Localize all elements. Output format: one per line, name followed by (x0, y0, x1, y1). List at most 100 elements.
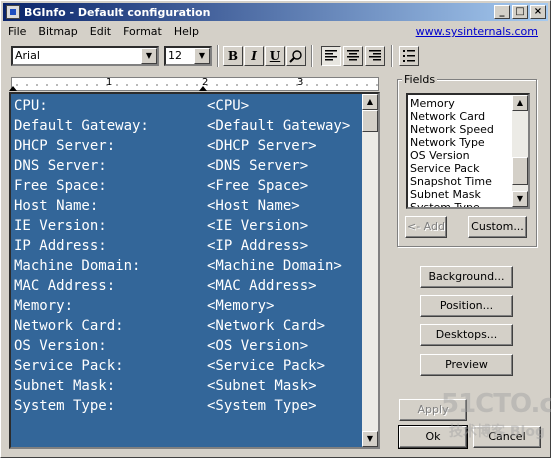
add-field-button[interactable]: <- Add (405, 216, 447, 238)
font-dropdown-arrow-icon[interactable]: ▼ (141, 48, 157, 64)
field-value-token: <Machine Domain> (207, 258, 342, 274)
field-list-item[interactable]: Subnet Mask (410, 188, 514, 201)
field-list-item[interactable]: Network Card (410, 110, 514, 123)
bginfo-app-icon (6, 5, 20, 19)
scroll-down-button[interactable]: ▼ (362, 431, 378, 447)
editor-line[interactable]: DNS Server: <DNS Server> (13, 156, 365, 176)
editor-line[interactable]: Free Space: <Free Space> (13, 176, 365, 196)
field-list-item[interactable]: OS Version (410, 149, 514, 162)
field-label: Machine Domain: (14, 258, 141, 274)
editor-line[interactable]: System Type: <System Type> (13, 396, 365, 416)
position-button[interactable]: Position... (420, 295, 513, 317)
scroll-thumb[interactable] (362, 110, 378, 132)
watermark-logo: 51CTO.com (441, 389, 551, 419)
left-indent-marker-icon[interactable] (9, 86, 17, 91)
text-editor[interactable]: CPU: <CPU> Default Gateway: <Default Gatewa… (9, 92, 380, 449)
editor-line[interactable]: IE Version: <IE Version> (13, 216, 365, 236)
field-label: Default Gateway: (14, 118, 149, 134)
editor-line[interactable]: OS Version: <OS Version> (13, 336, 365, 356)
underline-button[interactable]: U (265, 46, 285, 66)
editor-line[interactable]: CPU: <CPU> (13, 96, 365, 116)
menu-edit[interactable]: Edit (84, 25, 117, 38)
field-list-item[interactable]: System Type (410, 201, 514, 207)
field-value-token: <Host Name> (207, 198, 300, 214)
editor-lines: CPU: <CPU> Default Gateway: <Default Gatewa… (13, 96, 365, 416)
background-button[interactable]: Background... (420, 266, 513, 288)
minimize-button[interactable]: _ (494, 5, 510, 19)
field-value-token: <Subnet Mask> (207, 378, 317, 394)
font-dialog-button[interactable] (286, 46, 306, 66)
align-left-icon (325, 50, 337, 61)
editor-line[interactable]: MAC Address: <MAC Address> (13, 276, 365, 296)
fields-scroll-thumb[interactable] (512, 157, 528, 185)
editor-line[interactable]: DHCP Server: <DHCP Server> (13, 136, 365, 156)
custom-button[interactable]: Custom... (468, 216, 527, 238)
field-label: MAC Address: (14, 278, 116, 294)
size-dropdown-arrow-icon[interactable]: ▼ (194, 48, 210, 64)
field-list-item[interactable]: Service Pack (410, 162, 514, 175)
fields-listbox[interactable]: Memory Network Card Network Speed Network T… (406, 93, 530, 209)
editor-line[interactable]: Network Card: <Network Card> (13, 316, 365, 336)
ruler[interactable]: 1 2 3 (9, 77, 379, 91)
align-left-button[interactable] (321, 46, 341, 66)
sysinternals-link[interactable]: www.sysinternals.com (416, 25, 538, 38)
font-dialog-icon (289, 50, 302, 63)
editor-line[interactable]: Default Gateway: <Default Gateway> (13, 116, 365, 136)
fields-list: Memory Network Card Network Speed Network T… (410, 97, 514, 207)
editor-line[interactable]: Memory: <Memory> (13, 296, 365, 316)
ruler-number: 3 (297, 77, 304, 88)
editor-scrollbar[interactable]: ▲ ▼ (362, 94, 378, 447)
editor-line[interactable]: IP Address: <IP Address> (13, 236, 365, 256)
font-name-combo[interactable]: Arial ▼ (11, 46, 159, 66)
field-value-token: <CPU> (207, 98, 250, 114)
bold-button[interactable]: B (223, 46, 243, 66)
title-bar[interactable]: BGInfo - Default configuration _ □ × (3, 3, 548, 21)
editor-line[interactable]: Service Pack: <Service Pack> (13, 356, 365, 376)
fields-scrollbar[interactable]: ▲ ▼ (512, 95, 528, 207)
field-list-item[interactable]: Snapshot Time (410, 175, 514, 188)
field-list-item[interactable]: Memory (410, 97, 514, 110)
editor-line[interactable]: Machine Domain: <Machine Domain> (13, 256, 365, 276)
bullets-button[interactable] (399, 46, 419, 66)
editor-line[interactable]: Host Name: <Host Name> (13, 196, 365, 216)
maximize-button[interactable]: □ (512, 5, 528, 19)
fields-scroll-up-button[interactable]: ▲ (512, 95, 528, 111)
title-buttons: _ □ × (492, 5, 546, 19)
fields-scroll-down-button[interactable]: ▼ (512, 191, 528, 207)
align-center-icon (347, 50, 359, 61)
bullet-list-icon (403, 50, 415, 62)
tab-stop-marker-icon[interactable] (199, 86, 207, 91)
field-label: Subnet Mask: (14, 378, 116, 394)
toolbar-separator (217, 45, 219, 67)
field-value-token: <MAC Address> (207, 278, 317, 294)
field-list-item[interactable]: Network Speed (410, 123, 514, 136)
align-center-button[interactable] (343, 46, 363, 66)
field-label: OS Version: (14, 338, 107, 354)
menu-file[interactable]: File (3, 25, 32, 38)
field-value-token: <System Type> (207, 398, 317, 414)
menu-format[interactable]: Format (117, 25, 168, 38)
menu-help[interactable]: Help (168, 25, 205, 38)
toolbar-separator (311, 45, 313, 67)
field-label: DNS Server: (14, 158, 107, 174)
align-right-button[interactable] (365, 46, 385, 66)
field-value-token: <IE Version> (207, 218, 309, 234)
preview-button[interactable]: Preview (420, 354, 513, 376)
field-label: IE Version: (14, 218, 107, 234)
menu-bitmap[interactable]: Bitmap (32, 25, 83, 38)
close-button[interactable]: × (530, 5, 546, 19)
italic-button[interactable]: I (244, 46, 264, 66)
field-list-item[interactable]: Network Type (410, 136, 514, 149)
field-label: Host Name: (14, 198, 99, 214)
field-label: Memory: (14, 298, 74, 314)
format-toolbar: Arial ▼ 12 ▼ B I U (3, 43, 548, 71)
watermark-subtitle: 技术博客 Blog (449, 424, 545, 440)
editor-line[interactable]: Subnet Mask: <Subnet Mask> (13, 376, 365, 396)
field-label: Service Pack: (14, 358, 124, 374)
desktops-button[interactable]: Desktops... (420, 324, 513, 346)
menu-bar: File Bitmap Edit Format Help www.sysinte… (3, 22, 548, 41)
font-name-value: Arial (15, 49, 40, 62)
scroll-up-button[interactable]: ▲ (362, 94, 378, 110)
font-size-combo[interactable]: 12 ▼ (164, 46, 212, 66)
bginfo-window: BGInfo - Default configuration _ □ × Fil… (0, 0, 551, 458)
